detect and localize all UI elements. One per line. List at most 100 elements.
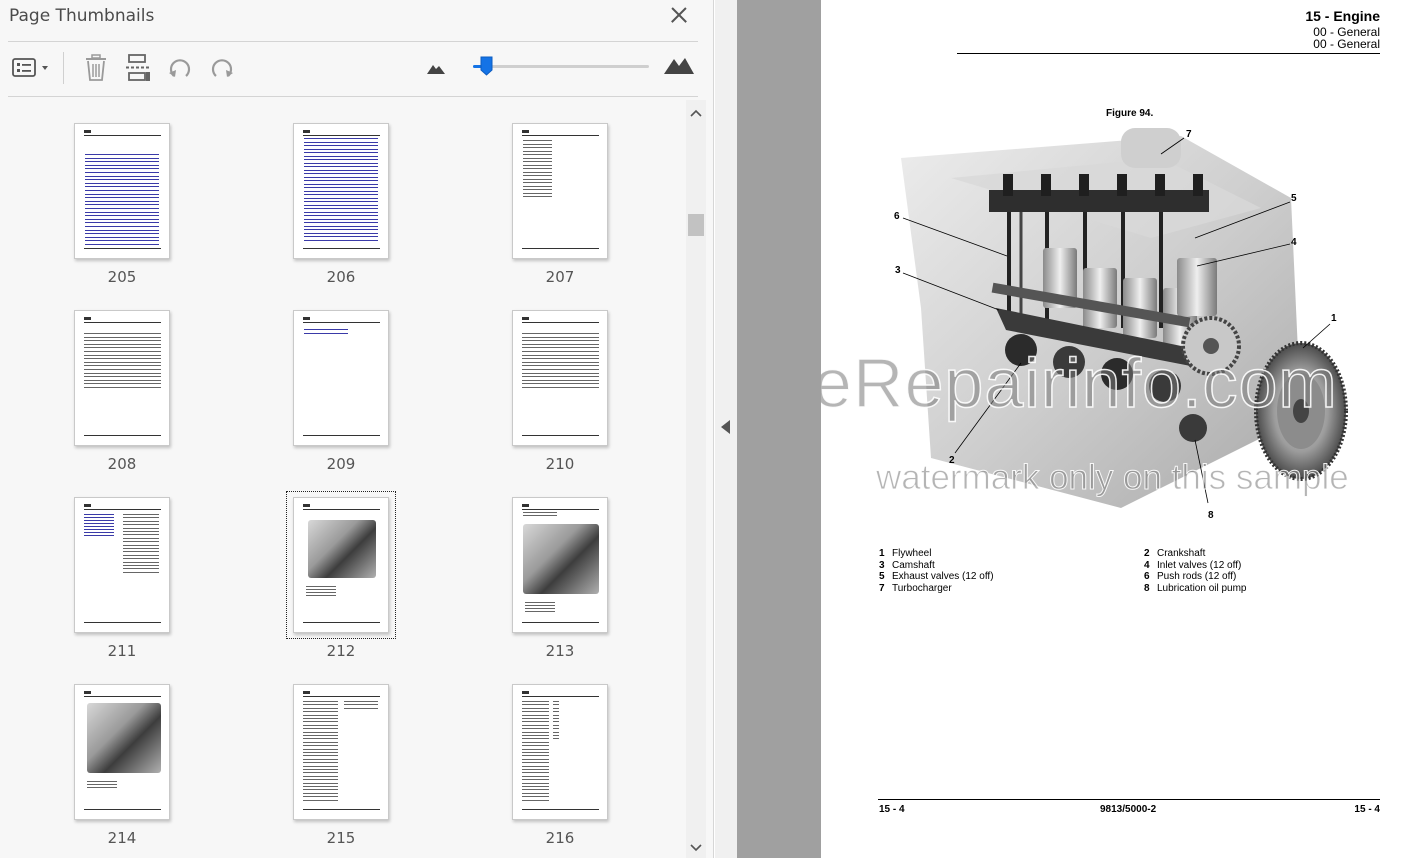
- thumbnail-text-line: [84, 383, 161, 385]
- legend-label: Flywheel: [892, 548, 932, 559]
- legend-number: 5: [879, 571, 885, 582]
- thumbnail-text-line: [523, 168, 552, 169]
- page-thumbnail[interactable]: 212: [246, 474, 436, 660]
- thumbnail-text-line: [522, 762, 549, 764]
- page-thumbnail[interactable]: 210: [465, 287, 655, 473]
- footer-rule: [878, 799, 1380, 800]
- scroll-up-button[interactable]: [686, 103, 706, 123]
- callout-label: 4: [1291, 237, 1297, 248]
- thumbnail-text-line: [123, 531, 159, 532]
- thumbnail-text-line: [84, 387, 161, 388]
- thumbnail-text-line: [522, 354, 599, 356]
- page-thumbnail[interactable]: 216: [465, 661, 655, 847]
- thumbnail-text-line: [85, 172, 159, 173]
- thumbnail-zoom-slider[interactable]: [473, 65, 649, 68]
- thumbnail-text-line: [84, 372, 161, 374]
- scroll-down-button[interactable]: [686, 838, 706, 858]
- page-thumbnail[interactable]: 208: [27, 287, 217, 473]
- mountain-small-icon[interactable]: [427, 62, 445, 74]
- thumbnail-footer-rule: [303, 622, 380, 623]
- thumbnail-text-line: [523, 185, 552, 187]
- thumbnail-text-line: [522, 704, 549, 706]
- page-thumbnail[interactable]: 206: [246, 100, 436, 286]
- thumbnail-page-image: [512, 123, 608, 259]
- rotate-counterclockwise-button[interactable]: [164, 52, 196, 84]
- thumbnail-text-line: [84, 369, 161, 370]
- thumbnail-logo: [522, 317, 529, 320]
- page-thumbnail[interactable]: 214: [27, 661, 217, 847]
- thumbnail-text-line: [553, 738, 559, 740]
- legend-item: 4 Inlet valves (12 off): [1144, 560, 1241, 571]
- callout-label: 8: [1208, 510, 1214, 521]
- page-thumbnails-panel: Page Thumbnails 205 206 207 208 209 210 …: [0, 0, 714, 858]
- legend-item: 6 Push rods (12 off): [1144, 571, 1236, 582]
- thumbnail-footer-rule: [522, 622, 599, 623]
- thumbnail-page-image: [74, 123, 170, 259]
- thumbnail-text-line: [303, 796, 338, 798]
- legend-label: Push rods (12 off): [1157, 571, 1237, 582]
- mountain-large-icon[interactable]: [664, 56, 694, 74]
- toolbar-separator: [63, 52, 64, 84]
- scrollbar-thumb[interactable]: [688, 214, 704, 236]
- thumbnail-text-line: [522, 387, 599, 388]
- thumbnail-scrollbar[interactable]: [686, 100, 706, 858]
- legend-number: 4: [1144, 560, 1150, 571]
- page-thumbnail[interactable]: 205: [27, 100, 217, 286]
- legend-item: 7 Turbocharger: [879, 583, 952, 594]
- options-menu-icon: [12, 58, 48, 77]
- thumbnail-options-button[interactable]: [9, 52, 53, 84]
- collapse-panel-arrow-icon[interactable]: [721, 420, 730, 434]
- thumbnail-page-image: [74, 497, 170, 633]
- page-thumbnail[interactable]: 211: [27, 474, 217, 660]
- thumbnail-text-line: [522, 789, 549, 791]
- watermark-text: watermark only on this sample: [876, 458, 1350, 498]
- thumbnail-text-line: [344, 707, 378, 709]
- thumbnail-text-line: [84, 532, 114, 533]
- legend-label: Camshaft: [892, 560, 935, 571]
- thumbnail-text-line: [85, 175, 159, 177]
- close-panel-button[interactable]: [668, 4, 690, 26]
- delete-pages-button[interactable]: [80, 52, 112, 84]
- thumbnail-text-line: [87, 784, 117, 785]
- thumbnail-text-line: [522, 735, 549, 736]
- thumbnail-text-line: [85, 157, 159, 159]
- legend-item: 1 Flywheel: [879, 548, 931, 559]
- thumbnail-text-line: [522, 376, 599, 378]
- page-thumbnail[interactable]: 209: [246, 287, 436, 473]
- thumbnail-illustration: [308, 520, 376, 578]
- thumbnail-logo: [303, 317, 310, 320]
- zoom-slider-handle[interactable]: [480, 56, 493, 76]
- thumbnail-logo: [84, 317, 91, 320]
- thumbnail-text-line: [304, 239, 378, 241]
- thumbnail-text-line: [522, 765, 549, 767]
- thumbnail-text-line: [304, 187, 378, 188]
- thumbnail-text-line: [304, 138, 378, 139]
- thumbnail-text-line: [553, 701, 559, 702]
- page-thumbnail[interactable]: 207: [465, 100, 655, 286]
- thumbnail-header-rule: [84, 696, 161, 697]
- thumbnail-text-line: [522, 796, 549, 798]
- thumbnail-text-line: [525, 605, 555, 606]
- page-thumbnail[interactable]: 215: [246, 661, 436, 847]
- panel-splitter[interactable]: [715, 0, 737, 858]
- thumbnail-footer-rule: [84, 622, 161, 623]
- thumbnail-text-line: [522, 721, 549, 723]
- thumbnail-text-line: [304, 222, 378, 223]
- rotate-clockwise-button[interactable]: [206, 52, 238, 84]
- watermark-text: eRepairinfo.com: [821, 343, 1338, 423]
- thumbnail-text-line: [303, 711, 338, 713]
- thumbnail-text-line: [84, 354, 161, 356]
- divider: [8, 41, 698, 42]
- thumbnail-footer-rule: [303, 248, 380, 249]
- thumbnail-page-number: 206: [326, 268, 356, 286]
- thumbnail-text-line: [303, 731, 338, 733]
- thumbnail-text-line: [123, 558, 159, 560]
- thumbnail-text-line: [306, 589, 336, 590]
- thumbnail-text-line: [522, 365, 599, 367]
- page-thumbnail[interactable]: 213: [465, 474, 655, 660]
- thumbnail-header-rule: [84, 135, 161, 136]
- thumbnail-page-image: [74, 310, 170, 446]
- insert-pages-button[interactable]: [122, 52, 154, 84]
- document-gutter: [737, 0, 821, 858]
- thumbnail-logo: [522, 691, 529, 694]
